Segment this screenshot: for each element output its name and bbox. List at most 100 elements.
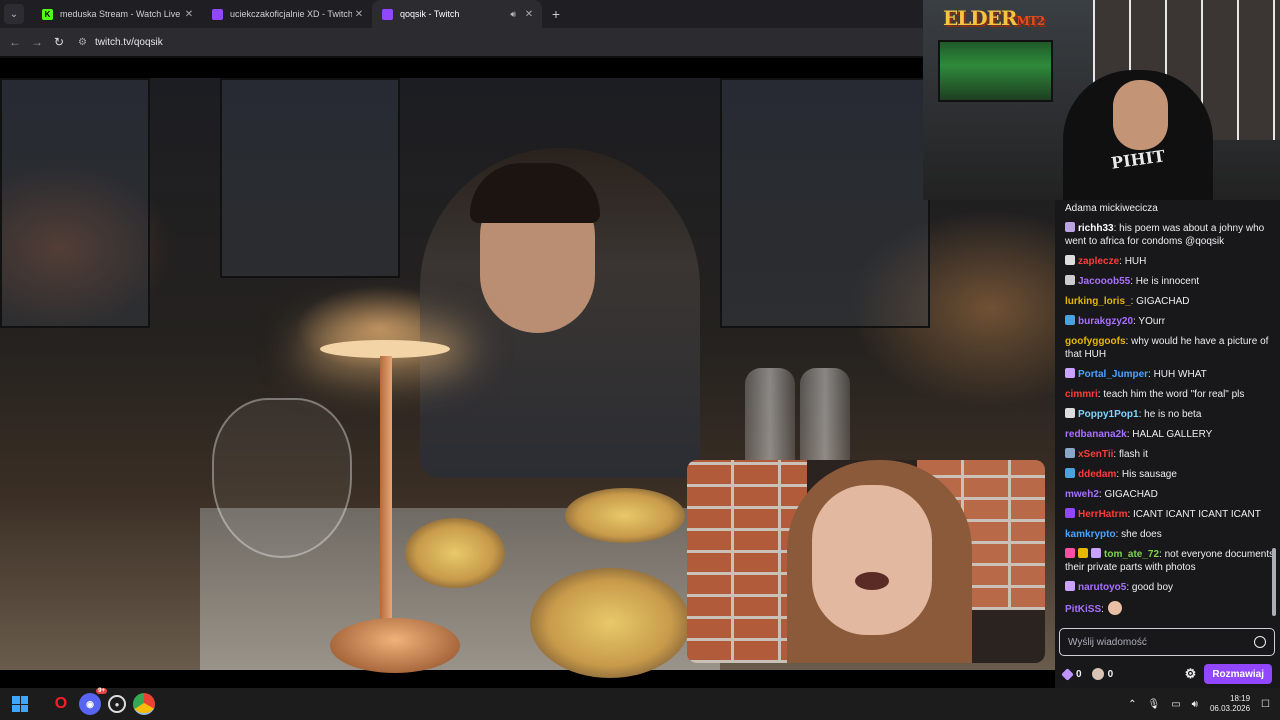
channel-points[interactable]: 0 xyxy=(1061,667,1082,681)
twitch-icon xyxy=(382,8,393,20)
chat-message-text: : GIGACHAD xyxy=(1130,296,1190,307)
clock[interactable]: 18:19 06.03.2026 xyxy=(1210,694,1250,714)
channel-logo: ELDERMT2 xyxy=(943,6,1045,30)
chat-badge-icon[interactable] xyxy=(1091,548,1101,558)
chat-badge-icon[interactable] xyxy=(1065,448,1075,458)
chat-message-text: : GIGACHAD xyxy=(1098,489,1158,500)
custom-points-icon xyxy=(1091,668,1104,680)
chat-username[interactable]: Poppy1Pop1 xyxy=(1078,409,1139,420)
chat-message-text: : HUH WHAT xyxy=(1148,369,1207,380)
chat-message: Poppy1Pop1: he is no beta xyxy=(1065,408,1275,421)
chat-username[interactable]: HerrHatrm xyxy=(1078,509,1127,520)
close-icon[interactable]: ✕ xyxy=(352,9,366,20)
volume-icon[interactable]: 🔊︎ xyxy=(1192,699,1198,710)
chat-username[interactable]: narutoyo5 xyxy=(1078,582,1126,593)
chat-badge-icon[interactable] xyxy=(1065,275,1075,285)
notifications-icon[interactable]: ☐ xyxy=(1261,699,1270,710)
chat-settings-gear-icon[interactable]: ⚙ xyxy=(1185,666,1197,682)
tab-meduska[interactable]: K meduska Stream - Watch Live o ✕ xyxy=(32,0,202,28)
chat-message: zaplecze: HUH xyxy=(1065,255,1275,268)
twitch-icon xyxy=(212,8,223,20)
chat-username[interactable]: burakgzy20 xyxy=(1078,316,1133,327)
opera-icon[interactable]: O xyxy=(50,693,72,715)
chat-badge-icon[interactable] xyxy=(1078,548,1088,558)
chat-username[interactable]: PitKiSS xyxy=(1065,604,1101,615)
clock-time: 18:19 xyxy=(1230,694,1251,703)
custom-points[interactable]: 0 xyxy=(1091,668,1114,680)
chat-username[interactable]: cimmri xyxy=(1065,389,1098,400)
discord-notification-badge: 9+ xyxy=(96,688,107,694)
chat-scrollbar[interactable] xyxy=(1272,548,1276,616)
new-tab-button[interactable]: + xyxy=(546,6,566,22)
chat-message-text: : HUH xyxy=(1119,256,1147,267)
channel-points-icon xyxy=(1061,667,1074,681)
chat-message: redbanana2k: HALAL GALLERY xyxy=(1065,428,1275,441)
chat-message-text: Adama mickiwecicza xyxy=(1065,203,1158,214)
close-icon[interactable]: ✕ xyxy=(182,9,196,20)
reload-icon[interactable]: ↻ xyxy=(48,35,70,49)
table-lamp-base xyxy=(330,618,460,673)
chat-username[interactable]: lurking_loris_ xyxy=(1065,296,1131,307)
tab-uciekczak[interactable]: uciekczakoficjalnie XD - Twitch ✕ xyxy=(202,0,372,28)
chat-username[interactable]: zaplecze xyxy=(1078,256,1119,267)
chat-badge-icon[interactable] xyxy=(1065,315,1075,325)
chat-input-box[interactable] xyxy=(1059,628,1275,656)
facecam-mouth xyxy=(855,572,889,590)
back-icon[interactable]: ← xyxy=(4,35,26,49)
chat-badge-icon[interactable] xyxy=(1065,508,1075,518)
chat-username[interactable]: Portal_Jumper xyxy=(1078,369,1148,380)
chat-badge-icon[interactable] xyxy=(1065,581,1075,591)
chat-message: mweh2: GIGACHAD xyxy=(1065,488,1275,501)
chat-badge-icon[interactable] xyxy=(1065,548,1075,558)
chat-username[interactable]: mweh2 xyxy=(1065,489,1099,500)
microphone-icon[interactable]: 🎙︎ xyxy=(1148,699,1161,710)
webcam-overlay: ELDERMT2 PIHIT xyxy=(923,0,1280,200)
chat-message: goofyggoofs: why would he have a picture… xyxy=(1065,335,1275,361)
food-pan xyxy=(405,518,505,588)
chat-message: PitKiSS: xyxy=(1065,601,1275,616)
site-info-icon[interactable]: ⚙ xyxy=(78,37,87,48)
obs-icon[interactable]: ● xyxy=(108,695,126,713)
chat-input[interactable] xyxy=(1068,636,1254,648)
chat-username[interactable]: tom_ate_72 xyxy=(1104,549,1159,560)
chat-username[interactable]: goofyggoofs xyxy=(1065,336,1126,347)
chat-badge-icon[interactable] xyxy=(1065,408,1075,418)
chat-message-text: : ICANT ICANT ICANT ICANT xyxy=(1127,509,1261,520)
chat-badge-icon[interactable] xyxy=(1065,368,1075,378)
kick-icon: K xyxy=(42,8,53,20)
discord-icon[interactable]: ◉ 9+ xyxy=(79,688,107,715)
chrome-icon[interactable] xyxy=(133,693,155,715)
close-icon[interactable]: ✕ xyxy=(522,9,536,20)
chat-message-text: : good boy xyxy=(1126,582,1174,593)
chat-message-text: : he is no beta xyxy=(1138,409,1202,420)
chat-send-button[interactable]: Rozmawiaj xyxy=(1204,664,1272,684)
aquarium xyxy=(938,40,1053,102)
windows-start-icon[interactable] xyxy=(12,696,28,712)
chat-username[interactable]: xSenTii xyxy=(1078,449,1113,460)
speaker-icon[interactable]: 🔊︎ xyxy=(510,9,516,20)
chat-message: lurking_loris_: GIGACHAD xyxy=(1065,295,1275,308)
tab-title: uciekczakoficjalnie XD - Twitch xyxy=(230,9,352,19)
tab-search-button[interactable]: ⌄ xyxy=(4,4,24,24)
url-field[interactable]: ⚙ twitch.tv/qoqsik xyxy=(78,37,163,48)
chat-message: narutoyo5: good boy xyxy=(1065,581,1275,594)
windows-taskbar: O ◉ 9+ ● ⌃ 🎙︎ ▭ 🔊︎ 18:19 06.03.2026 ☐ xyxy=(0,688,1280,720)
chat-message-text: : YOurr xyxy=(1133,316,1166,327)
custom-points-count: 0 xyxy=(1107,668,1114,680)
chat-message: HerrHatrm: ICANT ICANT ICANT ICANT xyxy=(1065,508,1275,521)
tab-qoqsik[interactable]: qoqsik - Twitch 🔊︎ ✕ xyxy=(372,0,542,28)
chat-badge-icon[interactable] xyxy=(1065,255,1075,265)
window-pane xyxy=(220,78,400,278)
chat-message-text: : His sausage xyxy=(1116,469,1177,480)
forward-icon[interactable]: → xyxy=(26,35,48,49)
chat-username[interactable]: richh33 xyxy=(1078,223,1114,234)
emote-picker-icon[interactable] xyxy=(1254,636,1266,648)
chat-username[interactable]: Jacooob55 xyxy=(1078,276,1130,287)
network-icon[interactable]: ▭ xyxy=(1171,699,1180,710)
chat-badge-icon[interactable] xyxy=(1065,222,1075,232)
chat-username[interactable]: redbanana2k xyxy=(1065,429,1127,440)
chat-username[interactable]: kamkrypto xyxy=(1065,529,1116,540)
chevron-up-icon[interactable]: ⌃ xyxy=(1128,699,1136,710)
chat-badge-icon[interactable] xyxy=(1065,468,1075,478)
chat-username[interactable]: ddedam xyxy=(1078,469,1116,480)
